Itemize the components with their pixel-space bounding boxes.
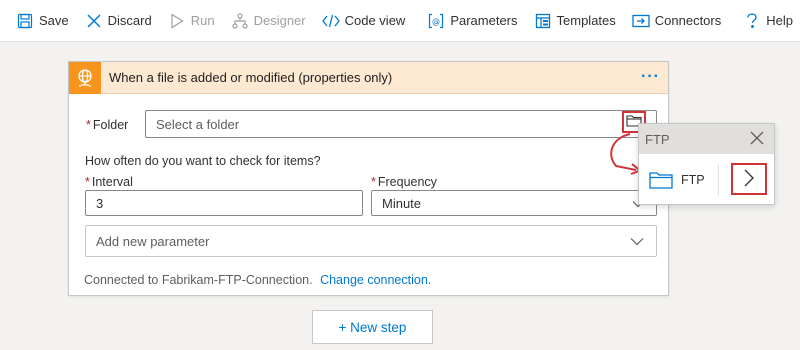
save-button[interactable]: Save [8, 0, 77, 42]
save-label: Save [39, 13, 69, 28]
templates-button[interactable]: Templates [526, 0, 624, 42]
command-bar: Save Discard Run Designer Code view @ Pa… [0, 0, 800, 42]
question-icon [743, 12, 761, 30]
popup-title: FTP [645, 131, 670, 147]
connectors-button[interactable]: Connectors [624, 0, 729, 42]
connection-info: Connected to Fabrikam-FTP-Connection. Ch… [84, 273, 431, 287]
check-prompt: How often do you want to check for items… [85, 154, 321, 168]
templates-label: Templates [556, 13, 616, 28]
interval-label: * Interval [85, 175, 133, 189]
frequency-label: * Frequency [371, 175, 437, 189]
close-icon [85, 12, 103, 30]
help-button[interactable]: Help [735, 0, 800, 42]
designer-label: Designer [253, 13, 306, 28]
folder-icon [649, 171, 673, 189]
folder-label: * Folder [86, 118, 129, 132]
play-icon [168, 12, 186, 30]
card-title: When a file is added or modified (proper… [109, 70, 393, 85]
connectors-icon [632, 12, 650, 30]
new-step-button[interactable]: + New step [312, 310, 433, 344]
svg-text:@: @ [432, 17, 440, 26]
chevron-right-icon [744, 169, 754, 190]
run-button[interactable]: Run [160, 0, 223, 42]
popup-header: FTP [639, 124, 774, 154]
ftp-globe-icon [69, 61, 101, 94]
run-label: Run [190, 13, 215, 28]
parameters-button[interactable]: @ Parameters [419, 0, 525, 42]
folder-input[interactable]: Select a folder [145, 110, 657, 138]
interval-input[interactable]: 3 [85, 190, 363, 216]
discard-label: Discard [107, 13, 152, 28]
frequency-value: Minute [382, 195, 422, 211]
folder-picker-popup: FTP FTP [638, 123, 775, 205]
hierarchy-icon [231, 12, 249, 30]
chevron-down-icon [630, 234, 644, 249]
save-icon [16, 12, 34, 30]
help-label: Help [766, 13, 793, 28]
add-parameter-dropdown[interactable]: Add new parameter [85, 225, 657, 257]
connection-text: Connected to Fabrikam-FTP-Connection. [84, 273, 313, 287]
more-options-button[interactable]: ··· [641, 68, 660, 86]
templates-icon [534, 12, 552, 30]
parameters-label: Parameters [450, 13, 518, 28]
trigger-card: When a file is added or modified (proper… [68, 61, 669, 296]
code-view-button[interactable]: Code view [314, 0, 414, 42]
discard-button[interactable]: Discard [77, 0, 160, 42]
frequency-dropdown[interactable]: Minute [371, 190, 657, 216]
popup-item-label: FTP [681, 173, 705, 187]
designer-button[interactable]: Designer [223, 0, 314, 42]
connectors-label: Connectors [654, 13, 722, 28]
navigate-into-folder-button[interactable] [731, 163, 767, 195]
change-connection-link[interactable]: Change connection. [320, 273, 431, 287]
parameters-icon: @ [427, 12, 445, 30]
close-icon[interactable] [750, 131, 764, 148]
code-icon [321, 12, 340, 30]
card-header[interactable]: When a file is added or modified (proper… [69, 61, 668, 94]
code-view-label: Code view [344, 13, 406, 28]
divider [718, 164, 719, 196]
add-parameter-placeholder: Add new parameter [96, 233, 210, 249]
